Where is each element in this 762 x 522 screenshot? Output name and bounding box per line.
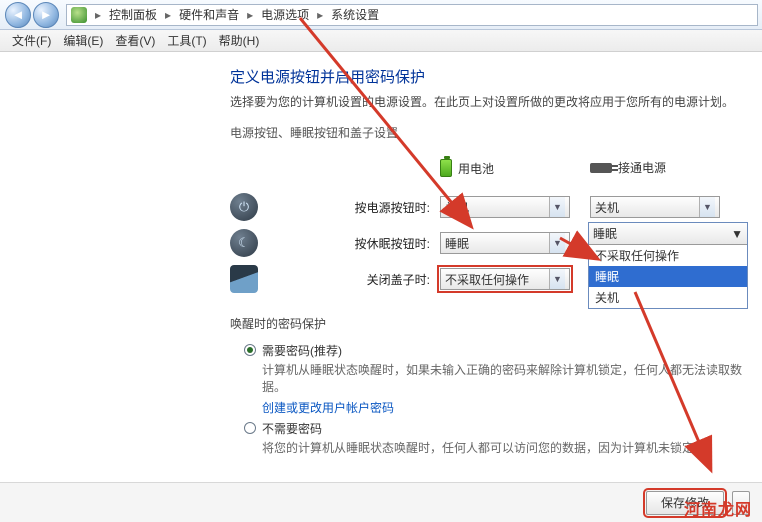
- power-battery-value: 关机: [445, 199, 469, 216]
- col-battery-label: 用电池: [458, 160, 494, 177]
- menu-file[interactable]: 文件(F): [6, 30, 57, 51]
- nav-back-button[interactable]: ◄: [5, 2, 31, 28]
- create-password-link[interactable]: 创建或更改用户帐户密码: [262, 401, 394, 415]
- crumb-control-panel[interactable]: 控制面板: [105, 6, 161, 23]
- no-password-desc: 将您的计算机从睡眠状态唤醒时，任何人都可以访问您的数据，因为计算机未锁定。: [262, 439, 742, 456]
- radio-no-password[interactable]: 不需要密码: [244, 420, 762, 437]
- row-sleep-label: 按休眠按钮时:: [268, 235, 440, 252]
- sleep-battery-select[interactable]: 睡眠 ▼: [440, 232, 570, 254]
- chevron-down-icon: ▼: [549, 197, 565, 217]
- section-label: 电源按钮、睡眠按钮和盖子设置: [230, 124, 762, 141]
- menu-edit[interactable]: 编辑(E): [57, 30, 109, 51]
- radio-need-password[interactable]: 需要密码(推荐): [244, 342, 762, 359]
- chevron-right-icon[interactable]: ▸: [313, 8, 327, 22]
- radio-icon: [244, 344, 256, 356]
- row-lid-label: 关闭盖子时:: [268, 271, 440, 288]
- chevron-right-icon[interactable]: ▸: [243, 8, 257, 22]
- menu-bar: 文件(F) 编辑(E) 查看(V) 工具(T) 帮助(H): [0, 30, 762, 52]
- row-power-label: 按电源按钮时:: [268, 199, 440, 216]
- lid-battery-value: 不采取任何操作: [445, 271, 529, 288]
- battery-icon: [440, 159, 452, 177]
- lid-ac-select[interactable]: 睡眠 ▼: [589, 223, 747, 245]
- dropdown-option-sleep[interactable]: 睡眠: [589, 266, 747, 287]
- chevron-right-icon[interactable]: ▸: [161, 8, 175, 22]
- dropdown-option-shutdown[interactable]: 关机: [589, 287, 747, 308]
- password-heading: 唤醒时的密码保护: [230, 315, 762, 332]
- chevron-down-icon: ▼: [699, 197, 715, 217]
- lid-battery-select[interactable]: 不采取任何操作 ▼: [440, 268, 570, 290]
- crumb-power-options[interactable]: 电源选项: [257, 6, 313, 23]
- radio-need-label: 需要密码(推荐): [262, 342, 342, 359]
- watermark: 河南龙网: [684, 496, 752, 520]
- need-password-desc: 计算机从睡眠状态唤醒时，如果未输入正确的密码来解除计算机锁定，任何人都无法读取数…: [262, 361, 742, 395]
- password-section: 唤醒时的密码保护 需要密码(推荐) 计算机从睡眠状态唤醒时，如果未输入正确的密码…: [230, 315, 762, 456]
- nav-forward-button[interactable]: ►: [33, 2, 59, 28]
- chevron-down-icon: ▼: [731, 227, 743, 241]
- menu-tools[interactable]: 工具(T): [161, 30, 212, 51]
- dropdown-option-no-action[interactable]: 不采取任何操作: [589, 245, 747, 266]
- lid-icon: [230, 265, 258, 293]
- power-icon: ⏻: [230, 193, 258, 221]
- radio-nopass-label: 不需要密码: [262, 420, 322, 437]
- col-battery: 用电池: [440, 159, 494, 177]
- power-battery-select[interactable]: 关机 ▼: [440, 196, 570, 218]
- col-ac-label: 接通电源: [618, 159, 666, 176]
- crumb-hardware-sound[interactable]: 硬件和声音: [175, 6, 243, 23]
- chevron-down-icon: ▼: [549, 269, 565, 289]
- control-panel-icon: [71, 7, 87, 23]
- page-description: 选择要为您的计算机设置的电源设置。在此页上对设置所做的更改将应用于您所有的电源计…: [230, 93, 762, 110]
- row-power-button: ⏻ 按电源按钮时: 关机 ▼ 关机 ▼: [230, 189, 762, 225]
- breadcrumb[interactable]: ▸ 控制面板 ▸ 硬件和声音 ▸ 电源选项 ▸ 系统设置: [66, 4, 758, 26]
- radio-icon: [244, 422, 256, 434]
- power-ac-select[interactable]: 关机 ▼: [590, 196, 720, 218]
- menu-view[interactable]: 查看(V): [109, 30, 161, 51]
- plug-icon: [590, 163, 612, 173]
- crumb-system-settings[interactable]: 系统设置: [327, 6, 383, 23]
- sleep-icon: ☾: [230, 229, 258, 257]
- menu-help[interactable]: 帮助(H): [213, 30, 266, 51]
- column-headers: 用电池 接通电源: [440, 159, 762, 189]
- power-ac-value: 关机: [595, 199, 619, 216]
- page-title: 定义电源按钮并启用密码保护: [230, 66, 762, 87]
- chevron-down-icon: ▼: [549, 233, 565, 253]
- chevron-right-icon[interactable]: ▸: [91, 8, 105, 22]
- footer: 保存修改: [0, 482, 762, 522]
- address-bar: ◄ ► ▸ 控制面板 ▸ 硬件和声音 ▸ 电源选项 ▸ 系统设置: [0, 0, 762, 30]
- sleep-battery-value: 睡眠: [445, 235, 469, 252]
- col-ac: 接通电源: [590, 159, 666, 176]
- lid-ac-value: 睡眠: [593, 225, 617, 242]
- lid-ac-select-open[interactable]: 睡眠 ▼ 不采取任何操作 睡眠 关机: [588, 222, 748, 309]
